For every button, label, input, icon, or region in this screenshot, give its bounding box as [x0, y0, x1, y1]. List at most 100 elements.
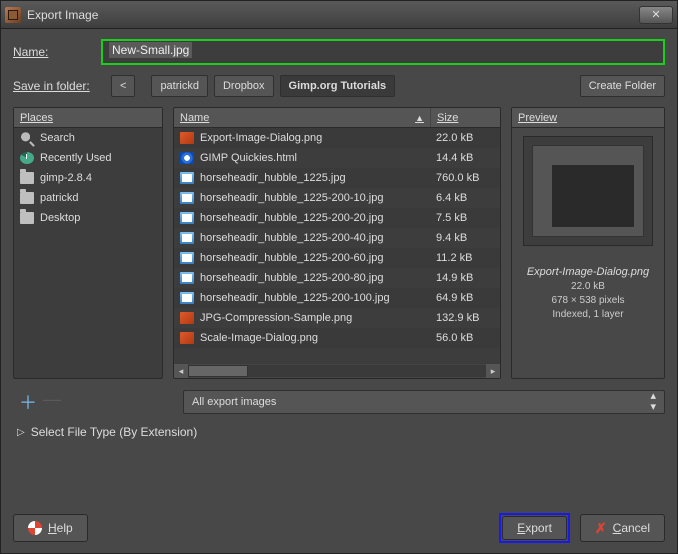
file-size: 14.9 kB	[430, 272, 500, 284]
file-row[interactable]: horseheadir_hubble_1225-200-20.jpg 7.5 kB	[174, 208, 500, 228]
horizontal-scrollbar[interactable]: ◂ ▸	[174, 364, 500, 378]
preview-size: 22.0 kB	[551, 280, 624, 294]
png-file-icon	[180, 132, 194, 144]
file-list-panel: Name▲ Size Export-Image-Dialog.png 22.0 k…	[173, 107, 501, 379]
jpg-file-icon	[180, 212, 194, 224]
folder-icon	[20, 192, 34, 204]
preview-panel: Preview Export-Image-Dialog.png 22.0 kB …	[511, 107, 665, 379]
jpg-file-icon	[180, 272, 194, 284]
close-button[interactable]: ✕	[639, 6, 673, 24]
file-row[interactable]: GIMP Quickies.html 14.4 kB	[174, 148, 500, 168]
file-name: horseheadir_hubble_1225-200-40.jpg	[200, 232, 383, 244]
file-row[interactable]: Scale-Image-Dialog.png56.0 kB	[174, 328, 500, 348]
places-item-label: patrickd	[40, 192, 79, 204]
file-row[interactable]: Export-Image-Dialog.png 22.0 kB	[174, 128, 500, 148]
file-size: 9.4 kB	[430, 232, 500, 244]
places-item[interactable]: patrickd	[14, 188, 162, 208]
file-row[interactable]: horseheadir_hubble_1225-200-40.jpg 9.4 kB	[174, 228, 500, 248]
preview-filename: Export-Image-Dialog.png	[527, 266, 649, 278]
jpg-file-icon	[180, 292, 194, 304]
file-row[interactable]: horseheadir_hubble_1225.jpg 760.0 kB	[174, 168, 500, 188]
places-item-label: gimp-2.8.4	[40, 172, 92, 184]
filename-value: New-Small.jpg	[109, 42, 192, 58]
places-item-label: Desktop	[40, 212, 80, 224]
filename-input[interactable]: New-Small.jpg	[101, 39, 665, 65]
file-name: Scale-Image-Dialog.png	[200, 332, 318, 344]
file-size: 14.4 kB	[430, 152, 500, 164]
places-item[interactable]: Recently Used	[14, 148, 162, 168]
file-name: horseheadir_hubble_1225-200-20.jpg	[200, 212, 383, 224]
name-label: Name:	[13, 45, 91, 59]
file-filter-select[interactable]: All export images ▴▾	[183, 390, 665, 414]
file-name: GIMP Quickies.html	[200, 152, 297, 164]
help-icon	[28, 521, 42, 535]
folder-icon	[20, 212, 34, 224]
scroll-right-icon[interactable]: ▸	[486, 364, 500, 378]
window-title: Export Image	[27, 8, 98, 22]
jpg-file-icon	[180, 252, 194, 264]
chevron-updown-icon: ▴▾	[650, 391, 656, 413]
gimp-icon	[5, 7, 21, 23]
column-header-size[interactable]: Size	[430, 108, 500, 127]
file-row[interactable]: horseheadir_hubble_1225-200-80.jpg 14.9 k…	[174, 268, 500, 288]
jpg-file-icon	[180, 232, 194, 244]
preview-header: Preview	[512, 108, 664, 128]
places-header: Places	[14, 108, 162, 128]
places-item[interactable]: gimp-2.8.4	[14, 168, 162, 188]
breadcrumb-gimp-tutorials[interactable]: Gimp.org Tutorials	[280, 75, 396, 97]
png-file-icon	[180, 312, 194, 324]
sort-asc-icon: ▲	[415, 113, 424, 123]
folder-icon	[20, 172, 34, 184]
places-item-label: Search	[40, 132, 75, 144]
scrollbar-thumb[interactable]	[188, 365, 248, 377]
save-in-folder-label: Save in folder:	[13, 79, 105, 93]
file-name: horseheadir_hubble_1225-200-80.jpg	[200, 272, 383, 284]
file-name: horseheadir_hubble_1225-200-100.jpg	[200, 292, 390, 304]
places-item[interactable]: Search	[14, 128, 162, 148]
places-item[interactable]: Desktop	[14, 208, 162, 228]
places-panel: Places Search Recently Used gimp-2.8.4 patr…	[13, 107, 163, 379]
breadcrumb-back[interactable]: <	[111, 75, 135, 97]
file-name: horseheadir_hubble_1225-200-60.jpg	[200, 252, 383, 264]
file-row[interactable]: JPG-Compression-Sample.png 132.9 kB	[174, 308, 500, 328]
file-row[interactable]: horseheadir_hubble_1225-200-60.jpg 11.2 k…	[174, 248, 500, 268]
jpg-file-icon	[180, 192, 194, 204]
export-button[interactable]: Export	[502, 516, 567, 540]
create-folder-button[interactable]: Create Folder	[580, 75, 665, 97]
jpg-file-icon	[180, 172, 194, 184]
file-size: 132.9 kB	[430, 312, 500, 324]
export-image-dialog: Export Image ✕ Name: New-Small.jpg Save …	[0, 0, 678, 554]
file-name: horseheadir_hubble_1225-200-10.jpg	[200, 192, 383, 204]
titlebar[interactable]: Export Image ✕	[1, 1, 677, 29]
search-icon	[20, 132, 34, 144]
file-size: 7.5 kB	[430, 212, 500, 224]
breadcrumb-patrickd[interactable]: patrickd	[151, 75, 208, 97]
file-size: 11.2 kB	[430, 252, 500, 264]
html-file-icon	[180, 152, 194, 164]
expander-icon: ▷	[17, 427, 25, 438]
add-bookmark-icon[interactable]: ＋	[19, 389, 37, 415]
select-file-type-expander[interactable]: ▷ Select File Type (By Extension)	[13, 425, 665, 439]
file-size: 22.0 kB	[430, 132, 500, 144]
preview-thumbnail	[523, 136, 653, 246]
file-size: 6.4 kB	[430, 192, 500, 204]
file-row[interactable]: horseheadir_hubble_1225-200-100.jpg 64.9 …	[174, 288, 500, 308]
breadcrumb-dropbox[interactable]: Dropbox	[214, 75, 274, 97]
file-size: 64.9 kB	[430, 292, 500, 304]
file-row[interactable]: horseheadir_hubble_1225-200-10.jpg 6.4 kB	[174, 188, 500, 208]
file-size: 760.0 kB	[430, 172, 500, 184]
png-file-icon	[180, 332, 194, 344]
file-name: Export-Image-Dialog.png	[200, 132, 322, 144]
scroll-left-icon[interactable]: ◂	[174, 364, 188, 378]
preview-dims: 678 × 538 pixels	[551, 294, 624, 308]
preview-mode: Indexed, 1 layer	[551, 308, 624, 322]
column-header-name[interactable]: Name▲	[174, 108, 430, 127]
cancel-button[interactable]: ✗ Cancel	[580, 514, 665, 542]
file-name: JPG-Compression-Sample.png	[200, 312, 352, 324]
file-name: horseheadir_hubble_1225.jpg	[200, 172, 346, 184]
places-item-label: Recently Used	[40, 152, 112, 164]
recent-icon	[20, 152, 34, 164]
help-button[interactable]: Help	[13, 514, 88, 542]
remove-bookmark-icon: —	[43, 389, 61, 415]
cancel-icon: ✗	[595, 520, 607, 537]
